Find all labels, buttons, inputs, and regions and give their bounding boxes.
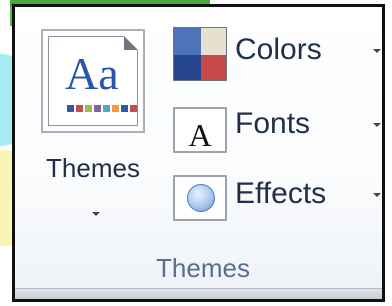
fonts-button-label: Fonts (235, 107, 311, 140)
themes-ribbon-group: Aa Themes Colors A Fonts Effects Themes (12, 4, 385, 302)
effects-button-label: Effects (235, 177, 327, 210)
colors-icon-quadrant (201, 55, 226, 80)
colors-button[interactable]: Colors (173, 27, 392, 85)
theme-color-swatch (130, 105, 137, 112)
dropdown-caret-icon[interactable] (373, 49, 381, 53)
ribbon-group-label: Themes (156, 253, 250, 283)
theme-color-swatch (103, 105, 110, 112)
colors-icon-quadrant (201, 28, 226, 55)
colors-icon-quadrant (174, 28, 201, 55)
effects-button[interactable]: Effects (173, 171, 392, 229)
colors-button-label: Colors (235, 33, 322, 66)
effects-circle-icon (187, 184, 215, 212)
fonts-button[interactable]: A Fonts (173, 101, 392, 159)
dropdown-caret-icon[interactable] (92, 212, 100, 216)
themes-button-label[interactable]: Themes (33, 153, 153, 184)
fonts-icon: A (173, 107, 227, 153)
page-fold-icon (124, 36, 138, 50)
theme-color-swatch (112, 105, 119, 112)
dropdown-caret-icon[interactable] (373, 193, 381, 197)
theme-color-swatch (85, 105, 92, 112)
fonts-icon-letter: A (188, 117, 212, 153)
theme-preview-aa: Aa (65, 48, 119, 99)
theme-color-swatch (121, 105, 128, 112)
dropdown-caret-icon[interactable] (373, 123, 381, 127)
theme-color-swatch (67, 105, 74, 112)
theme-color-swatch (76, 105, 83, 112)
theme-preview-text: Aa (65, 51, 119, 97)
theme-color-stripe (67, 105, 137, 112)
effects-icon (173, 175, 227, 221)
themes-gallery-button[interactable]: Aa (41, 29, 145, 133)
colors-icon-quadrant (174, 55, 201, 80)
theme-color-swatch (94, 105, 101, 112)
colors-icon (173, 27, 227, 81)
